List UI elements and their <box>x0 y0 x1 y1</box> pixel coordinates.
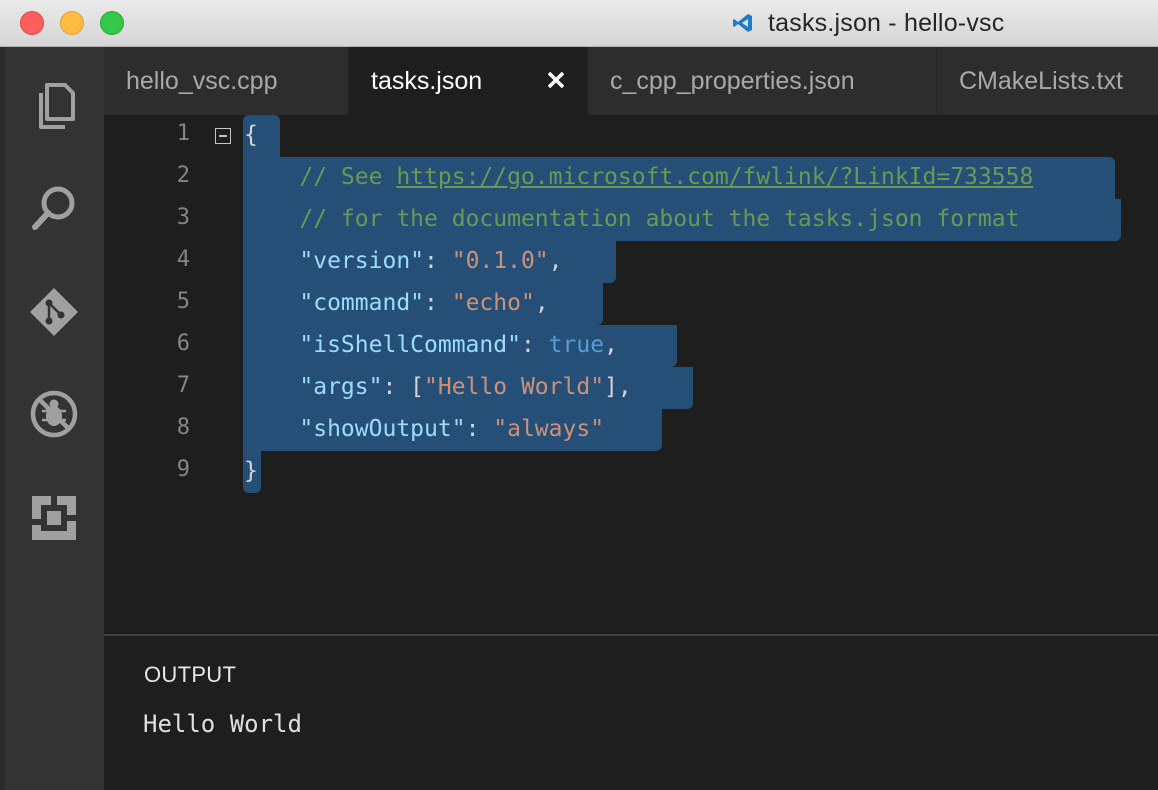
code-token: , <box>534 290 549 316</box>
code-comment: // for the documentation about the tasks… <box>299 206 1020 232</box>
code-token: : [ <box>382 374 425 400</box>
code-line: 8 "showOutput": "always" <box>104 409 1158 451</box>
line-number: 5 <box>176 289 190 314</box>
json-boolean: true <box>548 332 605 358</box>
code-token: { <box>244 122 258 148</box>
code-token: ], <box>604 374 632 400</box>
tab-hello-vsc-cpp[interactable]: hello_vsc.cpp <box>104 47 349 115</box>
panel-title-output[interactable]: OUTPUT <box>144 662 236 688</box>
line-number: 3 <box>176 205 190 230</box>
line-number: 8 <box>176 415 190 440</box>
extensions-icon[interactable] <box>27 491 81 545</box>
code-editor[interactable]: 1 { 2 // See https://go.microsoft.com/fw… <box>104 115 1158 634</box>
line-number: 6 <box>176 331 190 356</box>
tab-tasks-json[interactable]: tasks.json <box>349 47 588 115</box>
line-number: 4 <box>176 247 190 272</box>
title-bar: tasks.json - hello-vsc <box>0 0 1158 47</box>
window-minimize-button[interactable] <box>60 11 84 35</box>
code-token: : <box>424 248 452 274</box>
json-string: "0.1.0" <box>451 248 549 274</box>
code-line: 7 "args": ["Hello World"], <box>104 367 1158 409</box>
json-string: "Hello World" <box>424 374 605 400</box>
tab-label: c_cpp_properties.json <box>610 66 855 95</box>
json-key: "isShellCommand" <box>299 332 521 358</box>
window-zoom-button[interactable] <box>100 11 124 35</box>
explorer-files-icon[interactable] <box>27 79 81 133</box>
output-text: Hello World <box>143 710 302 738</box>
activity-bar <box>0 47 104 790</box>
code-line: 3 // for the documentation about the tas… <box>104 199 1158 241</box>
fold-collapse-icon[interactable] <box>215 128 231 144</box>
documentation-link[interactable]: https://go.microsoft.com/fwlink/?LinkId=… <box>396 164 1033 190</box>
json-key: "version" <box>299 248 425 274</box>
window-close-button[interactable] <box>20 11 44 35</box>
source-control-git-icon[interactable] <box>27 285 81 339</box>
json-string: "echo" <box>451 290 535 316</box>
search-icon[interactable] <box>27 181 81 235</box>
line-number: 7 <box>176 373 190 398</box>
code-line: 5 "command": "echo", <box>104 283 1158 325</box>
tab-cmakelists-txt[interactable]: CMakeLists.txt <box>937 47 1158 115</box>
code-token: , <box>548 248 563 274</box>
code-line: 6 "isShellCommand": true, <box>104 325 1158 367</box>
json-key: "args" <box>299 374 383 400</box>
editor-tab-bar: hello_vsc.cpp tasks.json c_cpp_propertie… <box>104 47 1158 115</box>
code-comment: // See <box>299 164 397 190</box>
code-token: : <box>520 332 549 358</box>
code-line: 1 { <box>104 115 1158 157</box>
json-key: "showOutput" <box>299 416 466 442</box>
tab-label: hello_vsc.cpp <box>126 66 278 95</box>
code-line: 4 "version": "0.1.0", <box>104 241 1158 283</box>
json-key: "command" <box>299 290 425 316</box>
line-number: 1 <box>176 121 190 146</box>
close-icon[interactable] <box>543 67 569 93</box>
code-token: } <box>244 458 258 484</box>
code-token: : <box>424 290 452 316</box>
output-panel: OUTPUT Hello World <box>104 634 1158 790</box>
code-token: : <box>465 416 494 442</box>
code-line: 2 // See https://go.microsoft.com/fwlink… <box>104 157 1158 199</box>
line-number: 9 <box>176 457 190 482</box>
tab-label: tasks.json <box>371 66 483 95</box>
window-left-edge <box>0 47 5 790</box>
tab-label: CMakeLists.txt <box>959 66 1123 95</box>
json-string: "always" <box>493 416 605 442</box>
debug-icon[interactable] <box>27 387 81 441</box>
vscode-logo-icon <box>732 12 754 34</box>
window-title: tasks.json - hello-vsc <box>768 8 1005 37</box>
tab-c-cpp-properties-json[interactable]: c_cpp_properties.json <box>588 47 937 115</box>
line-number: 2 <box>176 163 190 188</box>
code-token: , <box>604 332 618 358</box>
window-title-group: tasks.json - hello-vsc <box>732 0 1004 46</box>
code-line: 9 } <box>104 451 1158 493</box>
